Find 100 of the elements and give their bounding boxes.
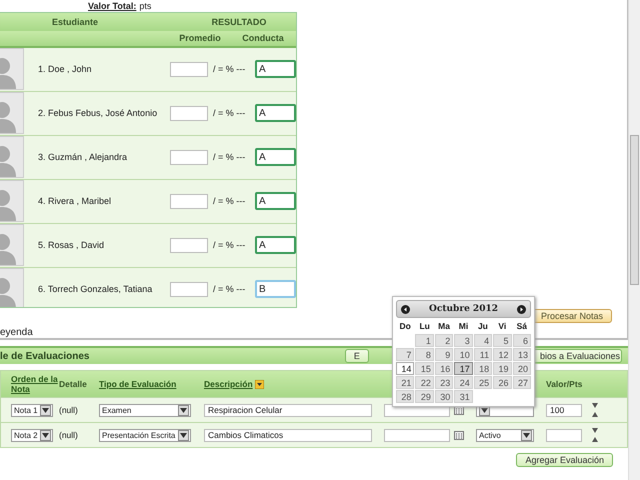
column-header-link[interactable]: Descripción	[204, 379, 253, 389]
day-cell[interactable]: 30	[434, 390, 454, 403]
order-select[interactable]: Nota 1	[11, 404, 53, 416]
day-cell[interactable]: 11	[474, 348, 492, 361]
scrollbar[interactable]	[628, 0, 640, 480]
dropdown-icon[interactable]	[521, 430, 532, 440]
day-cell[interactable]: 24	[454, 376, 473, 389]
day-cell[interactable]: 14	[396, 362, 414, 375]
description-field[interactable]: Respiracion Celular	[204, 404, 372, 416]
next-month-icon[interactable]	[517, 304, 526, 314]
summary-unit: pts	[139, 0, 152, 11]
calendar-icon[interactable]	[454, 406, 464, 414]
day-cell[interactable]: 26	[493, 376, 512, 389]
day-cell[interactable]: 1	[415, 334, 434, 347]
day-cell[interactable]: 2	[434, 334, 454, 347]
summary-label: Valor Total:	[88, 0, 136, 11]
status-select[interactable]: Activo	[476, 428, 534, 442]
conduct-field[interactable]: A	[255, 192, 296, 210]
dropdown-icon[interactable]	[40, 404, 51, 416]
conduct-field[interactable]: A	[255, 236, 296, 254]
column-header: Estudiante	[50, 16, 99, 27]
dropdown-icon[interactable]	[178, 430, 189, 440]
day-cell[interactable]: 3	[454, 334, 473, 347]
column-header-link[interactable]: Tipo de Evaluación	[99, 379, 204, 389]
add-evaluation-button[interactable]: Agregar Evaluación	[516, 453, 613, 467]
type-select[interactable]: Presentación Escrita	[99, 428, 191, 442]
average-field[interactable]	[170, 150, 208, 165]
day-cell[interactable]: 28	[396, 390, 414, 403]
average-field[interactable]	[170, 62, 208, 77]
section-button[interactable]: E	[344, 349, 369, 363]
student-name: 1. Doe , John	[37, 64, 93, 74]
section-title: le de Evaluaciones	[0, 350, 90, 362]
calendar-icon[interactable]	[454, 430, 464, 440]
weekday-label: Ma	[437, 320, 451, 330]
day-cell[interactable]: 10	[454, 348, 473, 361]
student-name: 6. Torrech Gonzales, Tatiana	[37, 284, 154, 294]
order-select[interactable]: Nota 2	[11, 428, 53, 442]
day-cell[interactable]: 22	[415, 376, 434, 389]
column-header: Conducta	[241, 33, 285, 44]
day-cell[interactable]: 31	[454, 390, 473, 403]
detail-text: (null)	[59, 430, 79, 440]
percent-text: / = % ---	[212, 108, 246, 118]
day-cell[interactable]: 12	[493, 348, 512, 361]
day-cell[interactable]: 8	[415, 348, 434, 361]
weekday-label: Lu	[418, 320, 431, 330]
weekday-label: Ju	[476, 320, 489, 330]
column-header: Valor/Pts	[546, 379, 584, 389]
day-cell[interactable]: 4	[474, 334, 492, 347]
percent-text: / = % ---	[212, 284, 246, 294]
percent-text: / = % ---	[212, 240, 246, 250]
column-header: RESULTADO	[210, 16, 268, 27]
scrollbar-thumb[interactable]	[630, 135, 639, 285]
average-field[interactable]	[170, 238, 208, 253]
day-cell[interactable]: 29	[415, 390, 434, 403]
day-cell[interactable]: 19	[493, 362, 512, 375]
sort-icon[interactable]	[254, 380, 264, 388]
average-field[interactable]	[170, 194, 208, 209]
weekday-label: Do	[398, 320, 412, 330]
description-field[interactable]: Cambios Climaticos	[204, 428, 372, 442]
day-cell[interactable]: 25	[474, 376, 492, 389]
day-cell[interactable]: 6	[512, 334, 531, 347]
type-select[interactable]: Examen	[99, 404, 191, 416]
column-header: Detalle	[59, 379, 88, 389]
month-title: Octubre 2012	[429, 304, 498, 314]
dropdown-icon[interactable]	[178, 404, 189, 416]
column-header-link[interactable]: Orden de la Nota	[11, 374, 59, 394]
percent-text: / = % ---	[212, 64, 246, 74]
day-cell[interactable]: 20	[512, 362, 531, 375]
student-name: 5. Rosas , David	[37, 240, 106, 250]
weekday-label: Mi	[458, 320, 470, 330]
average-field[interactable]	[170, 106, 208, 121]
conduct-field[interactable]: A	[255, 104, 296, 122]
conduct-field[interactable]: A	[255, 60, 296, 78]
day-cell[interactable]: 23	[434, 376, 454, 389]
weekday-label: Sá	[516, 320, 528, 330]
value-field[interactable]: 100	[546, 404, 582, 416]
weekday-label: Vi	[497, 320, 508, 330]
column-header: Promedio	[178, 33, 222, 44]
day-cell[interactable]: 13	[512, 348, 531, 361]
day-cell[interactable]: 18	[474, 362, 492, 375]
day-cell[interactable]: 5	[493, 334, 512, 347]
day-cell[interactable]: 21	[396, 376, 414, 389]
date-field[interactable]	[384, 428, 450, 442]
student-name: 2. Febus Febus, José Antonio	[37, 108, 158, 118]
day-cell[interactable]: 27	[512, 376, 531, 389]
student-name: 3. Guzmán , Alejandra	[37, 152, 128, 162]
day-cell[interactable]: 9	[434, 348, 454, 361]
day-cell[interactable]: 17	[454, 362, 473, 375]
percent-text: / = % ---	[212, 196, 246, 206]
day-cell[interactable]: 15	[415, 362, 434, 375]
day-cell[interactable]: 7	[396, 348, 414, 361]
value-field[interactable]	[546, 428, 582, 442]
student-name: 4. Rivera , Maribel	[37, 196, 112, 206]
average-field[interactable]	[170, 282, 208, 297]
detail-text: (null)	[59, 405, 79, 415]
day-cell[interactable]: 16	[434, 362, 454, 375]
conduct-field[interactable]: A	[255, 148, 296, 166]
previous-month-icon[interactable]	[401, 304, 410, 314]
dropdown-icon[interactable]	[40, 430, 51, 440]
conduct-field[interactable]: B	[255, 280, 296, 298]
